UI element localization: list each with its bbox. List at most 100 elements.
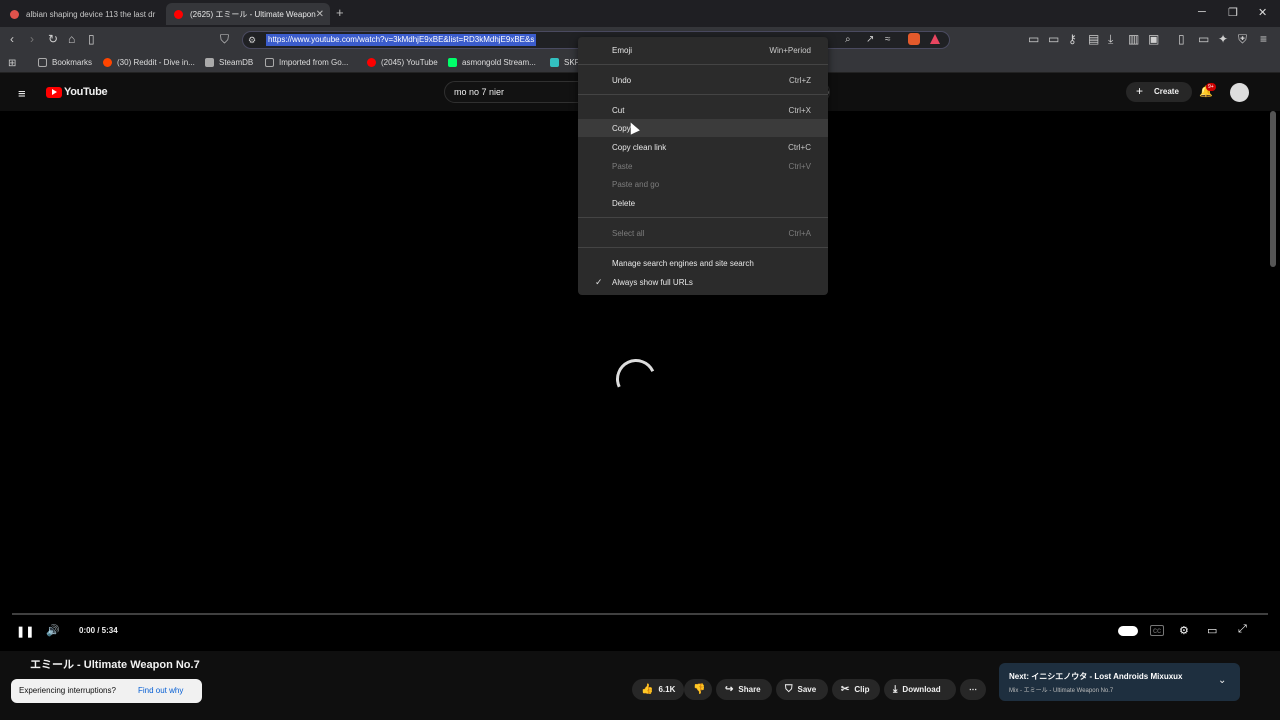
sidebar-toggle-icon[interactable]: ▯ xyxy=(1178,32,1185,46)
back-icon[interactable]: ‹ xyxy=(10,32,14,46)
like-button[interactable]: 👍 6.1K xyxy=(632,679,684,700)
menu-separator xyxy=(578,247,828,248)
url-text-selected[interactable]: https://www.youtube.com/watch?v=3kMdhjE9… xyxy=(266,34,537,46)
bookmark-item[interactable]: (30) Reddit - Dive in... xyxy=(103,58,195,67)
browser-tab[interactable]: albian shaping device 113 the last dr xyxy=(2,3,162,25)
rss-icon[interactable]: ≈ xyxy=(885,33,891,47)
zoom-icon[interactable]: ⌕ xyxy=(845,33,851,47)
menu-item-manage-search-engines[interactable]: Manage search engines and site search xyxy=(578,254,828,272)
site-info-icon[interactable]: ⚙ xyxy=(248,33,256,47)
download-button[interactable]: ⤓ Download xyxy=(884,679,956,700)
minimize-button[interactable]: ─ xyxy=(1198,6,1206,18)
menu-item-paste[interactable]: Paste Ctrl+V xyxy=(578,157,828,175)
share-page-icon[interactable]: ↗ xyxy=(866,33,874,47)
steamdb-icon xyxy=(205,58,214,67)
create-label: Create xyxy=(1154,87,1179,96)
find-out-why-link[interactable]: Find out why xyxy=(138,686,183,695)
share-icon: ↪ xyxy=(725,684,734,695)
menu-item-copy-clean-link[interactable]: Copy clean link Ctrl+C xyxy=(578,138,828,156)
extension-icon[interactable]: ▣ xyxy=(1148,32,1159,46)
menu-item-delete[interactable]: Delete xyxy=(578,194,828,212)
forward-icon[interactable]: › xyxy=(30,32,34,46)
menu-item-emoji[interactable]: Emoji Win+Period xyxy=(578,41,828,59)
pause-icon[interactable]: ❚❚ xyxy=(16,625,34,638)
bookmark-item[interactable]: SteamDB xyxy=(205,58,253,67)
brave-shields-icon[interactable] xyxy=(908,33,920,45)
plus-icon: + xyxy=(1136,84,1144,98)
theater-mode-icon[interactable]: ▭ xyxy=(1207,624,1217,637)
close-window-button[interactable]: ✕ xyxy=(1258,6,1267,19)
menu-item-paste-and-go[interactable]: Paste and go xyxy=(578,175,828,193)
menu-icon[interactable]: ≡ xyxy=(1260,32,1267,46)
reddit-icon xyxy=(103,58,112,67)
toast-text: Experiencing interruptions? xyxy=(19,686,116,695)
menu-item-cut[interactable]: Cut Ctrl+X xyxy=(578,101,828,119)
wallet-icon[interactable]: ▭ xyxy=(1198,32,1209,46)
more-actions-button[interactable]: ⋯ xyxy=(960,679,986,700)
autoplay-toggle[interactable] xyxy=(1118,626,1138,636)
menu-item-select-all[interactable]: Select all Ctrl+A xyxy=(578,224,828,242)
more-dots-icon: ⋯ xyxy=(969,685,977,694)
chevron-down-icon[interactable]: ⌄ xyxy=(1218,675,1226,686)
new-tab-button[interactable]: + xyxy=(336,5,344,20)
bookmark-item[interactable]: asmongold Stream... xyxy=(448,58,536,67)
fullscreen-icon[interactable]: ⤢ xyxy=(1238,623,1247,636)
bookmark-item[interactable]: (2045) YouTube xyxy=(367,58,438,67)
tab-label: albian shaping device 113 the last dr xyxy=(26,9,156,19)
extension-icon[interactable]: ▭ xyxy=(1028,32,1039,46)
extension-icon[interactable]: ▤ xyxy=(1088,32,1099,46)
apps-icon[interactable]: ⊞ xyxy=(8,57,16,71)
captions-icon[interactable]: cc xyxy=(1150,625,1164,636)
save-button[interactable]: ⛉ Save xyxy=(776,679,828,700)
bookmark-item[interactable]: Bookmarks xyxy=(38,58,92,67)
clip-button[interactable]: ✂ Clip xyxy=(832,679,880,700)
tab-label: (2625) エミール - Ultimate Weapon xyxy=(190,9,316,19)
next-video-subtitle: Mix - エミール - Ultimate Weapon No.7 xyxy=(1009,688,1114,694)
menu-item-undo[interactable]: Undo Ctrl+Z xyxy=(578,71,828,89)
browser-tab-active[interactable]: (2625) エミール - Ultimate Weapon ✕ xyxy=(166,3,330,25)
bookmark-page-icon[interactable]: ⛉ xyxy=(220,32,229,46)
volume-icon[interactable]: 🔊 xyxy=(46,624,60,637)
reload-icon[interactable]: ↻ xyxy=(48,32,58,46)
key-icon[interactable]: ⚷ xyxy=(1068,32,1077,46)
restore-button[interactable]: ❐ xyxy=(1228,6,1238,19)
folder-icon xyxy=(38,58,47,67)
dislike-button[interactable]: 👎 xyxy=(684,679,712,700)
bookmark-item[interactable]: SKP xyxy=(550,58,580,67)
menu-item-always-show-full-urls[interactable]: ✓ Always show full URLs xyxy=(578,273,828,291)
scissors-icon: ✂ xyxy=(841,684,850,695)
youtube-icon xyxy=(367,58,376,67)
thumbs-down-icon: 👎 xyxy=(693,684,706,695)
next-video-label: Next: イニシエノウタ - Lost Androids Mixuxux xyxy=(1009,672,1183,681)
leo-ai-icon[interactable]: ✦ xyxy=(1218,32,1228,46)
page-scrollbar[interactable] xyxy=(1270,111,1276,267)
save-icon: ⛉ xyxy=(785,684,793,695)
close-tab-icon[interactable]: ✕ xyxy=(316,9,324,20)
video-progress-bar[interactable] xyxy=(12,613,1268,615)
time-display: 0:00 / 5:34 xyxy=(79,626,118,635)
search-query[interactable]: mo no 7 nier xyxy=(454,87,504,97)
sidebar-icon[interactable]: ▯ xyxy=(88,32,95,46)
kick-icon xyxy=(448,58,457,67)
youtube-favicon-icon xyxy=(174,9,183,19)
bookmark-site-icon xyxy=(550,58,559,67)
youtube-logo-text[interactable]: YouTube xyxy=(64,86,108,98)
brave-rewards-icon[interactable] xyxy=(930,34,940,44)
share-button[interactable]: ↪ Share xyxy=(716,679,772,700)
play-triangle-icon xyxy=(52,89,57,95)
next-video-card[interactable] xyxy=(999,663,1240,701)
hamburger-menu-icon[interactable]: ≡ xyxy=(18,86,26,101)
thumbs-up-icon: 👍 xyxy=(641,684,654,695)
tab-favicon-icon xyxy=(10,9,19,19)
home-icon[interactable]: ⌂ xyxy=(68,32,75,46)
menu-separator xyxy=(578,64,828,65)
avatar[interactable] xyxy=(1230,83,1249,102)
menu-separator xyxy=(578,217,828,218)
menu-item-copy[interactable]: Copy xyxy=(578,119,828,137)
settings-gear-icon[interactable]: ⚙ xyxy=(1179,624,1189,637)
download-icon[interactable]: ⤓ xyxy=(1108,32,1113,46)
extension-icon[interactable]: ▭ xyxy=(1048,32,1059,46)
bookmark-item[interactable]: Imported from Go... xyxy=(265,58,348,67)
vpn-icon[interactable]: ⛨ xyxy=(1238,32,1247,46)
trash-icon[interactable]: ▥ xyxy=(1128,32,1139,46)
